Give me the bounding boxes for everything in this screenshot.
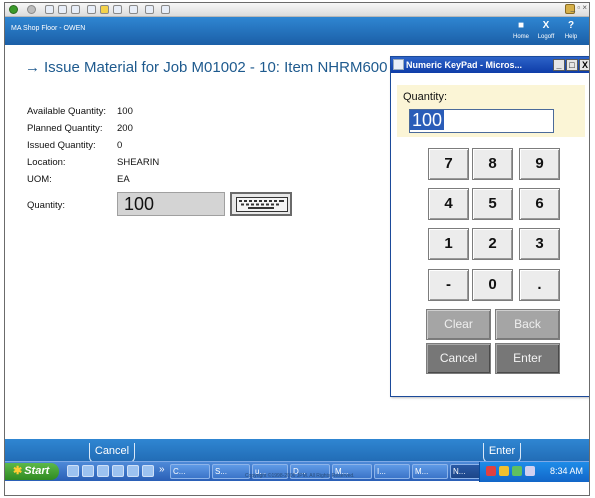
back-icon[interactable]: [9, 5, 18, 14]
taskbar-button[interactable]: C...: [170, 464, 210, 479]
key-minus[interactable]: -: [428, 269, 469, 301]
key-4[interactable]: 4: [428, 188, 469, 220]
media-icon[interactable]: [113, 5, 122, 14]
home-button[interactable]: ■ Home: [509, 19, 533, 41]
field-value: SHEARIN: [117, 157, 160, 168]
numeric-keypad-dialog: Numeric KeyPad - Micros... _ □ X Quantit…: [390, 56, 589, 397]
taskbar-button-active[interactable]: N...: [450, 464, 482, 479]
app-header: MA Shop Floor - OWEN ■ Home X Logoff ? H…: [5, 17, 589, 45]
copyright: Copyright ©1998-2006 JPM. All Rights Res…: [245, 473, 355, 479]
logoff-button[interactable]: X Logoff: [534, 19, 558, 41]
header-tools: ■ Home X Logoff ? Help: [509, 19, 583, 43]
logoff-label: Logoff: [537, 34, 555, 40]
clear-button[interactable]: Clear: [426, 309, 491, 340]
key-3[interactable]: 3: [519, 228, 560, 260]
tray-icon[interactable]: [525, 466, 535, 476]
page-title: → Issue Material for Job M01002 - 10: Ite…: [25, 59, 387, 76]
help-button[interactable]: ? Help: [559, 19, 583, 41]
search-icon[interactable]: [87, 5, 96, 14]
keypad-quantity-input[interactable]: 100: [409, 109, 554, 133]
quicklaunch-more-icon[interactable]: »: [159, 464, 165, 475]
field-value: 200: [117, 123, 133, 134]
field-value: 100: [117, 106, 133, 117]
quicklaunch-icon[interactable]: [127, 465, 139, 477]
home-icon: ■: [517, 20, 525, 31]
keyboard-icon: [236, 197, 288, 212]
field-label: Available Quantity:: [27, 106, 107, 117]
quantity-label: Quantity:: [27, 200, 66, 211]
stop-icon[interactable]: [45, 5, 54, 14]
windows-flag-icon: ✱: [13, 465, 23, 477]
key-5[interactable]: 5: [472, 188, 513, 220]
quicklaunch-icon[interactable]: [142, 465, 154, 477]
key-7[interactable]: 7: [428, 148, 469, 180]
keypad-button[interactable]: [230, 192, 292, 216]
key-0[interactable]: 0: [472, 269, 513, 301]
field-value: 0: [117, 140, 123, 151]
field-label: Planned Quantity:: [27, 123, 103, 134]
quantity-input[interactable]: 100: [117, 192, 225, 216]
key-8[interactable]: 8: [472, 148, 513, 180]
app-title: MA Shop Floor - OWEN: [11, 25, 86, 32]
keypad-title: Numeric KeyPad - Micros...: [406, 60, 523, 70]
keypad-cancel-button[interactable]: Cancel: [426, 343, 491, 374]
forward-icon[interactable]: [27, 5, 36, 14]
back-button[interactable]: Back: [495, 309, 560, 340]
field-value: EA: [117, 174, 130, 185]
print-icon[interactable]: [145, 5, 154, 14]
start-label: Start: [24, 465, 50, 477]
home-browser-icon[interactable]: [71, 5, 80, 14]
quicklaunch-icon[interactable]: [67, 465, 79, 477]
cancel-button[interactable]: Cancel: [89, 443, 135, 463]
field-label: Issued Quantity:: [27, 140, 96, 151]
tray-icon[interactable]: [512, 466, 522, 476]
home-label: Home: [512, 34, 529, 40]
favorites-icon[interactable]: [100, 5, 109, 14]
taskbar-button[interactable]: M...: [412, 464, 448, 479]
clock: 8:34 AM: [549, 466, 583, 476]
arrow-icon: →: [25, 59, 40, 76]
quicklaunch-icon[interactable]: [82, 465, 94, 477]
keypad-quantity-value: 100: [410, 110, 445, 130]
start-button[interactable]: ✱ Start: [5, 463, 59, 480]
page-title-text: Issue Material for Job M01002 - 10: Item…: [44, 59, 388, 76]
quicklaunch-icon[interactable]: [97, 465, 109, 477]
enter-button[interactable]: Enter: [483, 443, 521, 463]
refresh-icon[interactable]: [58, 5, 67, 14]
tray-icon[interactable]: [486, 466, 496, 476]
minimize-button[interactable]: _: [553, 59, 565, 71]
field-label: UOM:: [27, 174, 52, 185]
key-2[interactable]: 2: [472, 228, 513, 260]
app-icon: [393, 59, 404, 70]
key-6[interactable]: 6: [519, 188, 560, 220]
close-icon: X: [542, 20, 550, 31]
help-label: Help: [564, 34, 578, 40]
maximize-button[interactable]: □: [566, 59, 578, 71]
window-controls[interactable]: _ ▫ ×: [571, 3, 587, 12]
mail-icon[interactable]: [129, 5, 138, 14]
edit-icon[interactable]: [161, 5, 170, 14]
close-button[interactable]: X: [579, 59, 589, 71]
help-icon: ?: [567, 20, 575, 31]
field-label: Location:: [27, 157, 66, 168]
system-tray: 8:34 AM: [479, 462, 589, 482]
keypad-quantity-label: Quantity:: [403, 91, 448, 103]
key-9[interactable]: 9: [519, 148, 560, 180]
key-decimal[interactable]: .: [519, 269, 560, 301]
keypad-enter-button[interactable]: Enter: [495, 343, 560, 374]
app-window: _ ▫ × MA Shop Floor - OWEN ■ Home X Logo…: [4, 2, 590, 496]
taskbar-button[interactable]: I...: [374, 464, 410, 479]
tray-icon[interactable]: [499, 466, 509, 476]
browser-toolbar: _ ▫ ×: [5, 3, 589, 17]
quicklaunch-icon[interactable]: [112, 465, 124, 477]
key-1[interactable]: 1: [428, 228, 469, 260]
